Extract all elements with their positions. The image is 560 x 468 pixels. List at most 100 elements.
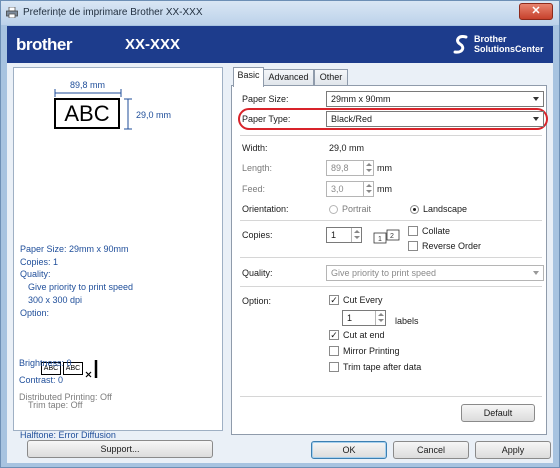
solutions-center-button[interactable]: Brother SolutionsCenter [452,32,552,58]
collate-pages-icon: 1 2 [373,229,400,244]
copies-value: 1 [331,230,337,240]
option-label: Option: [242,296,272,306]
support-button[interactable]: Support... [27,440,213,458]
summary-option-heading: Option: [20,308,50,318]
length-spinner[interactable]: 89,8 [326,160,374,176]
cut-mark-icon [85,360,98,378]
solutions-center-label-1: Brother [474,34,507,44]
basic-tab-panel: Paper Size: 29mm x 90mm Paper Type: Blac… [231,85,548,435]
close-icon: ✕ [531,5,541,17]
height-dimension-line [124,98,132,130]
cut-at-end-checkbox[interactable]: ✓ [329,330,339,340]
length-unit: mm [377,163,392,173]
landscape-radio[interactable] [410,205,419,214]
paper-size-value: 29mm x 90mm [331,94,391,104]
landscape-label: Landscape [423,204,468,214]
close-button[interactable]: ✕ [519,3,553,20]
feed-spinner[interactable]: 3,0 [326,181,374,197]
summary-copies: Copies: 1 [20,257,59,267]
down-arrow-icon [354,236,360,239]
tab-other[interactable]: Other [314,69,348,86]
trim-tape-after-data-checkbox[interactable] [329,362,339,372]
printer-icon [6,7,18,18]
label-preview: ABC [54,98,120,129]
chevron-down-icon [533,271,539,275]
cut-every-spinner[interactable]: 1 [342,310,386,326]
mirror-printing-checkbox[interactable] [329,346,339,356]
summary-quality-heading: Quality: [20,269,51,279]
width-label: Width: [242,143,268,153]
cut-at-end-label: Cut at end [343,330,385,340]
trim-tape-after-data-label: Trim tape after data [343,362,422,372]
summary-distributed-printing: Distributed Printing: Off [19,392,112,402]
model-name: XX-XXX [125,36,181,53]
length-stepper-arrows[interactable] [363,161,373,175]
paper-type-select[interactable]: Black/Red [326,111,544,127]
brand-banner: brother XX-XXX Brother SolutionsCenter [7,26,553,63]
feed-label: Feed: [242,184,266,194]
width-dimension-line [54,89,122,97]
cut-every-checkbox[interactable]: ✓ [329,295,339,305]
reverse-order-checkbox[interactable] [408,241,418,251]
paper-size-label: Paper Size: [242,94,289,104]
chevron-down-icon [533,117,539,121]
reverse-order-label: Reverse Order [422,241,482,251]
up-arrow-icon [354,230,360,233]
solutions-center-label-2: SolutionsCenter [474,44,544,54]
up-arrow-icon [366,163,372,166]
checkmark-icon: ✓ [330,295,338,305]
solutions-center-logo-icon [453,35,468,54]
copies-stepper-arrows[interactable] [351,228,361,242]
collate-label: Collate [422,226,451,236]
orientation-label: Orientation: [242,204,289,214]
divider [240,396,542,397]
length-value: 89,8 [331,163,349,173]
ok-button[interactable]: OK [311,441,387,459]
tab-advanced[interactable]: Advanced [263,69,314,86]
feed-value: 3,0 [331,184,344,194]
summary-paper-size: Paper Size: 29mm x 90mm [20,244,129,254]
divider [240,135,542,136]
brother-logo: brother [16,35,73,54]
cut-every-stepper-arrows[interactable] [375,311,385,325]
default-button[interactable]: Default [461,404,535,422]
cut-every-label: Cut Every [343,295,383,305]
paper-type-label: Paper Type: [242,114,291,124]
length-label: Length: [242,163,273,173]
down-arrow-icon [366,190,372,193]
copies-spinner[interactable]: 1 [326,227,362,243]
dialog-body: 89,8 mm ABC 29,0 mm Paper Size: 29mm x 9… [7,63,553,463]
portrait-radio[interactable] [329,205,338,214]
summary-quality-value: Give priority to print speed [28,282,134,292]
summary-halftone: Halftone: Error Diffusion [20,430,116,440]
cut-every-value: 1 [347,313,353,323]
down-arrow-icon [366,169,372,172]
summary-contrast: Contrast: 0 [19,375,64,385]
tab-basic[interactable]: Basic [233,67,264,87]
summary-resolution: 300 x 300 dpi [28,295,83,305]
portrait-label: Portrait [342,204,372,214]
cancel-button[interactable]: Cancel [393,441,469,459]
mirror-printing-label: Mirror Printing [343,346,400,356]
divider [240,220,542,221]
quality-value: Give priority to print speed [331,268,437,278]
summary-brightness: Brightness: 0 [19,358,72,368]
chevron-down-icon [533,97,539,101]
preview-height-label: 29,0 mm [136,110,172,120]
divider [240,257,542,258]
copies-label: Copies: [242,230,273,240]
up-arrow-icon [366,184,372,187]
apply-button[interactable]: Apply [475,441,551,459]
printing-preferences-window: Preferințe de imprimare Brother XX-XXX ✕… [0,0,560,468]
feed-stepper-arrows[interactable] [363,182,373,196]
svg-text:1: 1 [378,236,382,243]
quality-label: Quality: [242,268,273,278]
paper-size-select[interactable]: 29mm x 90mm [326,91,544,107]
window-title: Preferințe de imprimare Brother XX-XXX [23,7,203,18]
quality-select[interactable]: Give priority to print speed [326,265,544,281]
labels-unit: labels [395,316,419,326]
title-bar: Preferințe de imprimare Brother XX-XXX ✕ [1,1,559,25]
collate-checkbox[interactable] [408,226,418,236]
paper-type-value: Black/Red [331,114,373,124]
divider [240,286,542,287]
